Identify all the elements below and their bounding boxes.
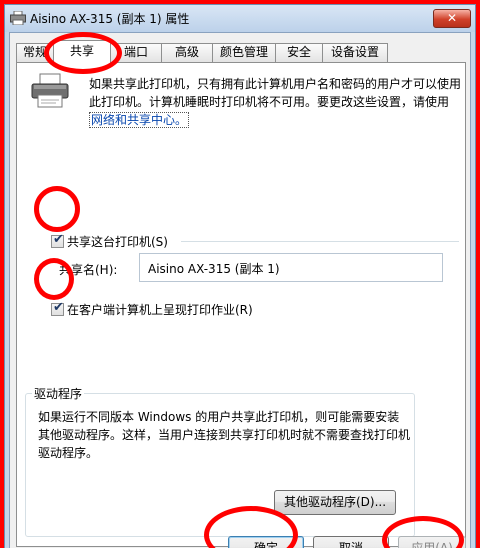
tab-label: 端口 bbox=[123, 45, 148, 59]
network-sharing-center-link[interactable]: 网络和共享中心。 bbox=[89, 112, 190, 128]
share-checkbox-box[interactable]: ✔ bbox=[51, 232, 64, 248]
printer-icon bbox=[31, 73, 69, 108]
render-checkbox-label: 在客户端计算机上呈现打印作业(R) bbox=[67, 303, 253, 317]
window-title: Aisino AX-315 (副本 1) 属性 bbox=[30, 12, 190, 26]
share-checkbox-label: 共享这台打印机(S) bbox=[67, 235, 168, 249]
properties-window: Aisino AX-315 (副本 1) 属性 ✕ 常规 共享 端口 高级 颜色… bbox=[4, 4, 476, 548]
ok-button[interactable]: 确定 bbox=[228, 536, 304, 548]
share-name-input[interactable]: Aisino AX-315 (副本 1) bbox=[139, 253, 443, 282]
dialog-client: 常规 共享 端口 高级 颜色管理 安全 设备设置 如果共享此打印机，只有拥有此计… bbox=[9, 32, 471, 548]
cancel-button[interactable]: 取消 bbox=[313, 536, 389, 548]
drivers-title: 驱动程序 bbox=[32, 385, 85, 402]
drivers-group: 驱动程序 如果运行不同版本 Windows 的用户共享此打印机，则可能需要安装其… bbox=[25, 385, 415, 537]
tab-color-management[interactable]: 颜色管理 bbox=[212, 43, 276, 62]
share-name-label: 共享名(H): bbox=[59, 263, 118, 277]
checkmark-icon: ✔ bbox=[53, 232, 64, 247]
share-settings-group: ✔ 共享这台打印机(S) 共享名(H): Aisino AX-315 (副本 1… bbox=[51, 232, 459, 393]
apply-button[interactable]: 应用(A) bbox=[398, 536, 466, 548]
title-bar[interactable]: Aisino AX-315 (副本 1) 属性 ✕ bbox=[5, 5, 475, 32]
tab-security[interactable]: 安全 bbox=[275, 43, 323, 62]
tab-label: 常规 bbox=[22, 45, 47, 59]
tab-sharing[interactable]: 共享 bbox=[53, 40, 111, 64]
tab-ports[interactable]: 端口 bbox=[110, 43, 162, 62]
sharing-description: 如果共享此打印机，只有拥有此计算机用户名和密码的用户才可以使用此打印机。计算机睡… bbox=[89, 75, 461, 129]
render-jobs-checkbox[interactable]: ✔ 在客户端计算机上呈现打印作业(R) bbox=[51, 300, 253, 318]
tab-strip: 常规 共享 端口 高级 颜色管理 安全 设备设置 bbox=[16, 40, 475, 64]
drivers-description: 如果运行不同版本 Windows 的用户共享此打印机，则可能需要安装其他驱动程序… bbox=[38, 410, 411, 460]
other-drivers-button[interactable]: 其他驱动程序(D)... bbox=[274, 490, 396, 515]
tab-device-settings[interactable]: 设备设置 bbox=[322, 43, 388, 62]
render-checkbox-box[interactable]: ✔ bbox=[51, 300, 64, 316]
checkmark-icon: ✔ bbox=[53, 300, 64, 315]
tab-label: 设备设置 bbox=[330, 45, 379, 59]
group-divider bbox=[181, 241, 459, 242]
tab-label: 高级 bbox=[174, 45, 199, 59]
tab-label: 安全 bbox=[286, 45, 311, 59]
description-text: 如果共享此打印机，只有拥有此计算机用户名和密码的用户才可以使用此打印机。计算机睡… bbox=[89, 77, 462, 109]
tab-label: 共享 bbox=[69, 44, 94, 58]
sharing-panel: 如果共享此打印机，只有拥有此计算机用户名和密码的用户才可以使用此打印机。计算机睡… bbox=[16, 62, 466, 547]
close-button[interactable]: ✕ bbox=[433, 9, 471, 28]
close-icon: ✕ bbox=[446, 11, 458, 25]
share-printer-checkbox[interactable]: ✔ 共享这台打印机(S) bbox=[51, 232, 168, 250]
tab-general[interactable]: 常规 bbox=[16, 43, 54, 62]
tab-label: 颜色管理 bbox=[219, 45, 268, 59]
printer-icon bbox=[10, 11, 26, 25]
tab-advanced[interactable]: 高级 bbox=[161, 43, 213, 62]
